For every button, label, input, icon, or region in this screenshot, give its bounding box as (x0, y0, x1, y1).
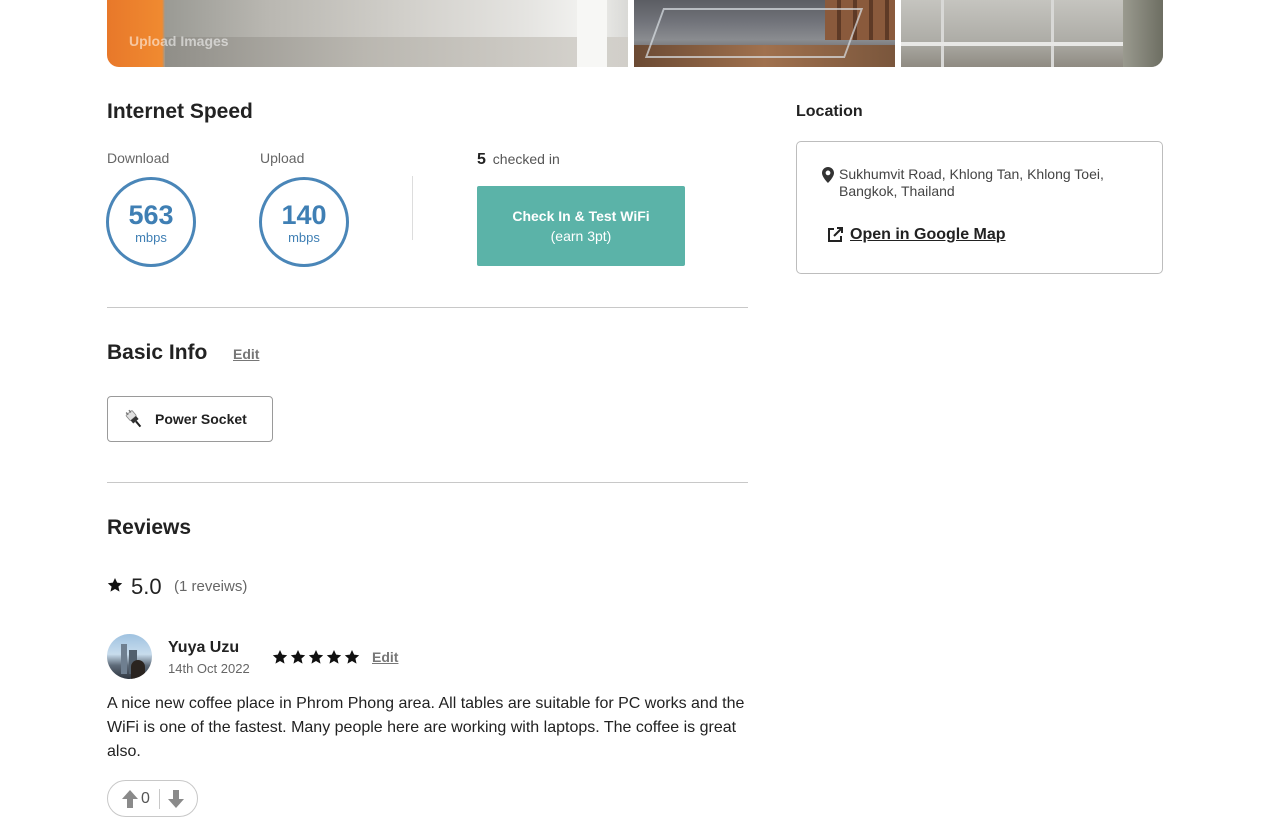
checked-in-label: checked in (492, 151, 560, 167)
upload-images-caption[interactable]: Upload Images (129, 33, 229, 49)
open-google-map-link[interactable]: Open in Google Map (850, 226, 1006, 244)
download-speed-circle: 563 mbps (106, 177, 196, 267)
download-speed-value: 563 (128, 200, 174, 230)
star-icon (326, 650, 342, 664)
average-rating-value: 5.0 (131, 574, 162, 599)
basic-info-title: Basic Info (107, 341, 208, 364)
checked-in-status: 5 checked in (477, 151, 560, 169)
review-date: 14th Oct 2022 (168, 661, 250, 676)
photo-gallery: Upload Images (107, 0, 1163, 67)
gallery-image-main[interactable]: Upload Images (107, 0, 628, 67)
review-count: (1 reveiws) (174, 578, 248, 595)
check-in-test-wifi-button[interactable]: Check In & Test WiFi (earn 3pt) (477, 186, 685, 266)
checked-in-count: 5 (477, 151, 486, 168)
reviewer-name[interactable]: Yuya Uzu (168, 639, 239, 657)
upload-speed-value: 140 (281, 200, 327, 230)
vote-separator (159, 789, 160, 809)
vote-control: 0 (107, 780, 198, 817)
map-pin-icon (822, 167, 834, 183)
upload-speed-unit: mbps (288, 230, 320, 245)
amenity-power-socket: Power Socket (107, 396, 273, 442)
location-card: Sukhumvit Road, Khlong Tan, Khlong Toei,… (796, 141, 1163, 274)
reviews-title: Reviews (107, 516, 192, 539)
review-edit-link[interactable]: Edit (372, 649, 398, 665)
review-text: A nice new coffee place in Phrom Phong a… (107, 695, 745, 760)
review-star-rating (272, 649, 360, 665)
star-icon (308, 650, 324, 664)
section-divider (107, 482, 748, 483)
plug-icon (125, 409, 142, 428)
avatar[interactable] (107, 634, 152, 679)
downvote-arrow-icon[interactable] (168, 790, 184, 808)
star-icon (272, 650, 288, 664)
location-address: Sukhumvit Road, Khlong Tan, Khlong Toei,… (839, 166, 1104, 199)
gallery-image-3[interactable] (901, 0, 1163, 67)
star-icon (107, 578, 123, 592)
download-label: Download (107, 150, 170, 166)
location-title: Location (796, 103, 863, 120)
star-icon (290, 650, 306, 664)
vote-count: 0 (141, 790, 150, 807)
star-icon (344, 650, 360, 664)
gallery-image-2[interactable] (634, 0, 895, 67)
upload-label: Upload (260, 150, 305, 166)
speed-divider (412, 176, 413, 240)
check-in-button-label: Check In & Test WiFi (512, 208, 650, 224)
section-divider (107, 307, 748, 308)
upvote-arrow-icon[interactable] (122, 790, 138, 808)
check-in-button-points: (earn 3pt) (550, 228, 612, 244)
amenity-label: Power Socket (155, 411, 247, 427)
download-speed-unit: mbps (135, 230, 167, 245)
upload-speed-circle: 140 mbps (259, 177, 349, 267)
basic-info-edit-link[interactable]: Edit (233, 346, 259, 362)
external-link-icon[interactable] (826, 226, 844, 244)
internet-speed-title: Internet Speed (107, 100, 253, 123)
